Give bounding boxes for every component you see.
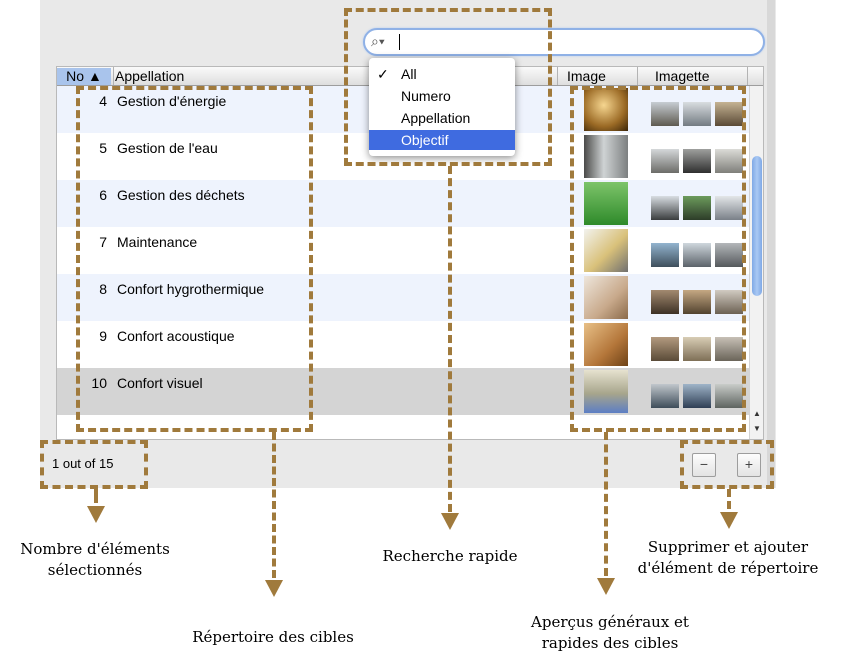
annotation-directory: Répertoire des cibles (192, 628, 354, 646)
leader-line (727, 489, 731, 509)
annotation-count: Nombre d'éléments sélectionnés (0, 539, 190, 581)
column-header-image[interactable]: Image (567, 68, 606, 85)
annotation-add-remove-line-1: Supprimer et ajouter (647, 538, 809, 556)
annotation-previews-line-2: rapides des cibles (541, 634, 679, 652)
arrow-down-icon (597, 578, 615, 595)
annotation-add-remove: Supprimer et ajouter d'élément de répert… (612, 537, 844, 579)
annotation-add-remove-line-2: d'élément de répertoire (637, 559, 819, 577)
annotation-count-line-1: Nombre d'éléments (20, 540, 170, 558)
search-highlight-box (344, 8, 552, 166)
leader-line (94, 489, 98, 503)
leader-line (604, 432, 608, 576)
window-edge (767, 0, 775, 488)
column-divider (747, 67, 748, 85)
directory-highlight-box (76, 86, 313, 432)
column-header-thumbnail[interactable]: Imagette (655, 68, 709, 85)
count-highlight-box (40, 440, 148, 489)
annotation-count-line-2: sélectionnés (47, 561, 143, 579)
column-header-no[interactable]: No ▲ (57, 68, 111, 85)
vertical-scrollbar[interactable]: ▲ ▼ (749, 86, 763, 439)
scrollbar-thumb[interactable] (752, 156, 762, 296)
arrow-down-icon (720, 512, 738, 529)
leader-line (272, 432, 276, 578)
annotation-previews: Aperçus généraux et rapides des cibles (500, 612, 720, 654)
scroll-up-icon[interactable]: ▲ (753, 409, 761, 418)
column-header-appellation[interactable]: Appellation (115, 68, 184, 85)
column-divider (637, 67, 638, 85)
arrow-down-icon (265, 580, 283, 597)
leader-line (448, 166, 452, 512)
annotation-search: Recherche rapide (382, 547, 518, 565)
column-divider (113, 67, 114, 85)
scroll-down-icon[interactable]: ▼ (753, 424, 761, 433)
previews-highlight-box (570, 86, 746, 432)
buttons-highlight-box (680, 440, 774, 489)
arrow-down-icon (87, 506, 105, 523)
arrow-down-icon (441, 513, 459, 530)
annotation-previews-line-1: Aperçus généraux et (531, 613, 689, 631)
column-divider (557, 67, 558, 85)
